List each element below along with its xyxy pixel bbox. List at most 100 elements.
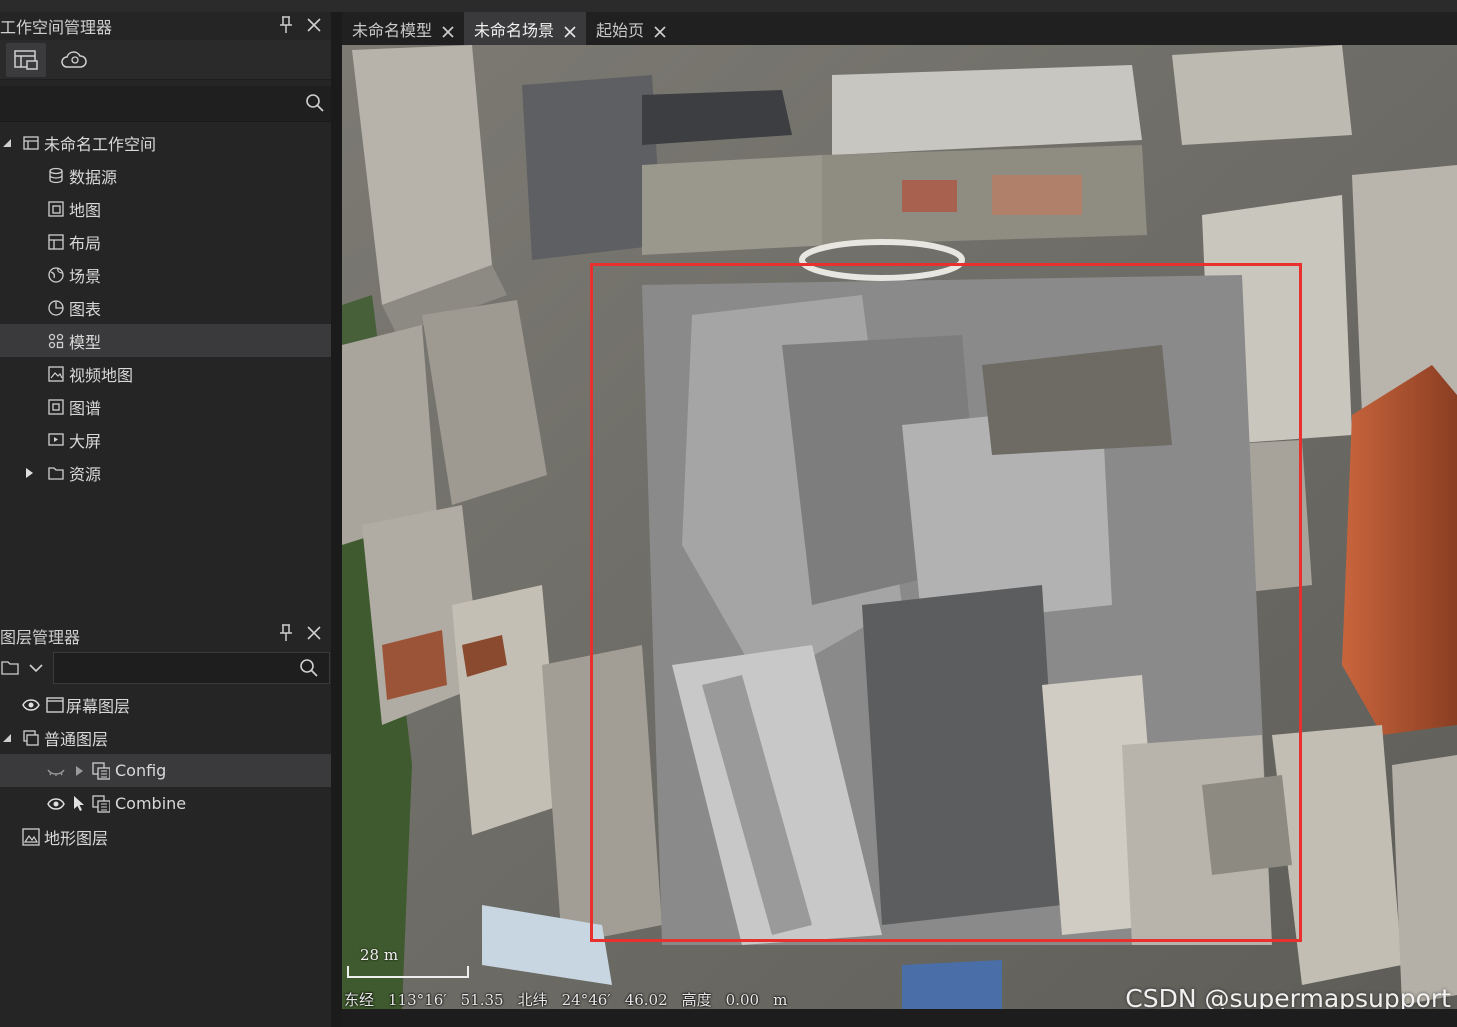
workspace-panel-header: 工作空间管理器 (0, 12, 331, 40)
tree-item-label: 视频地图 (69, 365, 134, 385)
left-dock: 工作空间管理器 未命名工作空间 数据源 地图 布局 场景 图表 模型 视频地图 … (0, 12, 331, 1027)
layer-item-config[interactable]: Config (0, 754, 331, 787)
workspace-search (0, 86, 331, 122)
tab-model[interactable]: 未命名模型 (342, 12, 464, 45)
tree-item-label: 场景 (69, 266, 102, 286)
tab-label: 未命名场景 (474, 20, 555, 40)
title-strip (0, 0, 1457, 12)
tree-item-label: 未命名工作空间 (44, 134, 157, 154)
lon-value: 113°16′ (388, 991, 447, 1009)
select-arrow-icon[interactable] (70, 795, 88, 813)
scale-label: 28 m (360, 946, 399, 964)
scene-view[interactable] (342, 45, 1457, 1009)
panel-splitter[interactable] (331, 12, 342, 1027)
cloud-view-button[interactable] (54, 43, 94, 77)
video-map-icon (47, 365, 65, 383)
layer-item-terrain[interactable]: 地形图层 (0, 820, 331, 853)
tree-item-label: 大屏 (69, 431, 102, 451)
workspace-toolbar (0, 40, 331, 80)
tree-item-chart[interactable]: 图表 (0, 291, 331, 324)
layer-tree: 屏幕图层 普通图层 Config Combine 地形图层 (0, 688, 331, 853)
lon-label: 东经 (344, 991, 375, 1009)
layer-panel-header: 图层管理器 (0, 620, 331, 648)
pin-icon[interactable] (277, 623, 295, 643)
chart-icon (47, 299, 65, 317)
tree-item-label: 图表 (69, 299, 102, 319)
layer-toolbar (0, 652, 331, 684)
eye-closed-icon[interactable] (47, 762, 65, 780)
lat-label: 北纬 (517, 991, 548, 1009)
tab-label: 未命名模型 (352, 20, 433, 40)
layout-icon (47, 233, 65, 251)
layer-label: Combine (115, 794, 187, 813)
tree-item-datasource[interactable]: 数据源 (0, 159, 331, 192)
tree-item-scene[interactable]: 场景 (0, 258, 331, 291)
close-icon[interactable] (442, 23, 454, 38)
expand-arrow-icon[interactable] (0, 731, 14, 745)
tree-item-label: 资源 (69, 464, 102, 484)
tree-item-video-map[interactable]: 视频地图 (0, 357, 331, 390)
layer-item-normal[interactable]: 普通图层 (0, 721, 331, 754)
datasource-icon (47, 167, 65, 185)
workspace-panel-title: 工作空间管理器 (0, 18, 113, 37)
model-layer-icon (92, 794, 110, 813)
cloud-icon (61, 50, 87, 68)
layer-label: 地形图层 (44, 828, 109, 848)
alt-label: 高度 (681, 991, 712, 1009)
tree-item-label: 模型 (69, 332, 102, 352)
document-tabs: 未命名模型 未命名场景 起始页 (342, 12, 1457, 45)
tree-item-map[interactable]: 地图 (0, 192, 331, 225)
workspace-icon (22, 134, 40, 152)
close-icon[interactable] (564, 23, 576, 38)
dashboard-icon (47, 431, 65, 449)
search-icon[interactable] (305, 93, 325, 117)
layer-item-combine[interactable]: Combine (0, 787, 331, 820)
close-icon[interactable] (305, 15, 323, 35)
eye-icon[interactable] (47, 795, 65, 813)
eye-icon[interactable] (22, 696, 40, 714)
coordinate-readout: 东经 113°16′ 51.35 北纬 24°46′ 46.02 高度 0.00 m (344, 989, 801, 1010)
layer-label: 屏幕图层 (66, 696, 131, 716)
lon-seconds: 51.35 (460, 991, 504, 1009)
expand-arrow-icon[interactable] (0, 136, 14, 150)
alt-unit: m (773, 991, 788, 1009)
search-icon[interactable] (299, 658, 319, 682)
tree-item-workspace[interactable]: 未命名工作空间 (0, 126, 331, 159)
tree-item-label: 图谱 (69, 398, 102, 418)
layer-item-screen[interactable]: 屏幕图层 (0, 688, 331, 721)
lat-seconds: 46.02 (624, 991, 668, 1009)
workspace-icon (14, 49, 38, 70)
terrain-icon (22, 827, 40, 846)
selection-rectangle (590, 263, 1302, 942)
pin-icon[interactable] (277, 15, 295, 35)
model-icon (47, 332, 65, 350)
workspace-view-button[interactable] (6, 42, 46, 77)
tree-item-dashboard[interactable]: 大屏 (0, 423, 331, 456)
tree-item-model[interactable]: 模型 (0, 324, 331, 357)
tree-item-layout[interactable]: 布局 (0, 225, 331, 258)
tree-item-label: 数据源 (69, 167, 118, 187)
close-icon[interactable] (305, 623, 323, 643)
bottom-strip (342, 1009, 1457, 1027)
collapse-arrow-icon[interactable] (22, 466, 36, 480)
scale-bar (347, 966, 469, 978)
workspace-search-input[interactable] (0, 86, 290, 120)
add-layer-icon[interactable] (0, 658, 22, 682)
tree-item-resources[interactable]: 资源 (0, 456, 331, 489)
collapse-arrow-icon[interactable] (70, 762, 88, 780)
screen-layer-icon (46, 696, 64, 714)
globe-icon (47, 266, 65, 284)
tree-item-label: 布局 (69, 233, 102, 253)
tab-label: 起始页 (596, 20, 645, 40)
chevron-down-icon[interactable] (28, 660, 44, 679)
tree-item-graph[interactable]: 图谱 (0, 390, 331, 423)
tab-start-page[interactable]: 起始页 (586, 12, 676, 45)
model-layer-icon (92, 761, 110, 780)
tab-scene[interactable]: 未命名场景 (464, 12, 587, 45)
close-icon[interactable] (654, 23, 666, 38)
tree-item-label: 地图 (69, 200, 102, 220)
layer-search-input[interactable] (54, 653, 284, 683)
layer-panel-title: 图层管理器 (0, 628, 81, 647)
layer-label: Config (115, 761, 167, 780)
layers-icon (22, 729, 40, 747)
